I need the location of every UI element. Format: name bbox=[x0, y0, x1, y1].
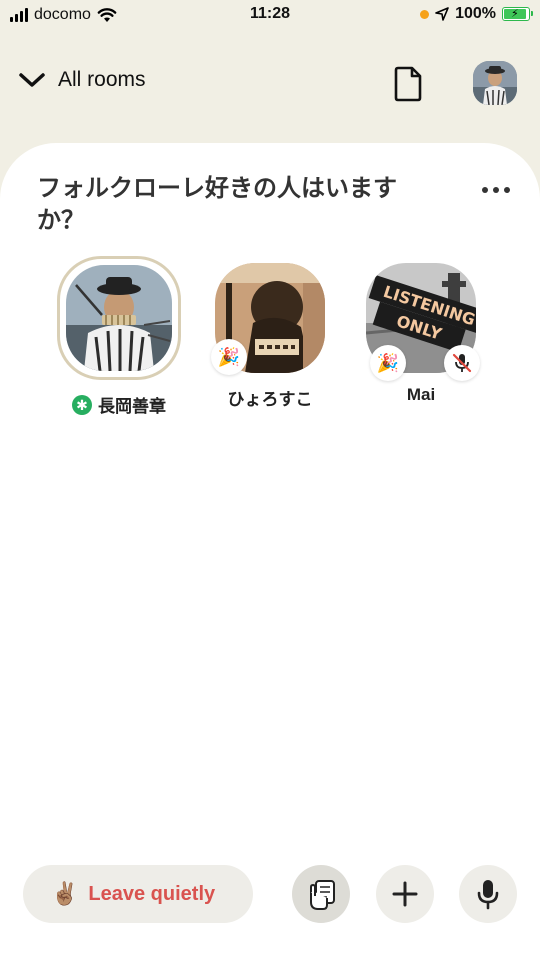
leave-quietly-label: Leave quietly bbox=[88, 882, 216, 905]
room-title: フォルクローレ好きの人はいますか？ bbox=[37, 175, 397, 234]
party-popper-icon: 🎉 bbox=[211, 339, 247, 375]
speaker-tile[interactable]: LISTENING ONLY 🎉 Mai bbox=[356, 263, 486, 405]
raise-hand-icon bbox=[310, 880, 335, 910]
speaker-name-row: ひょろすこ bbox=[228, 385, 313, 410]
all-rooms-button[interactable]: All rooms bbox=[18, 68, 146, 92]
speaker-name-row: Mai bbox=[407, 385, 435, 405]
chevron-down-icon bbox=[19, 73, 45, 87]
add-button[interactable] bbox=[376, 865, 434, 923]
plus-icon bbox=[392, 881, 418, 907]
speaker-avatar bbox=[66, 265, 172, 371]
speaker-tile[interactable]: 🎉 ひょろすこ bbox=[205, 263, 335, 410]
recording-dot-icon bbox=[420, 9, 430, 19]
speaker-tile[interactable]: ✱ 長岡善章 bbox=[54, 256, 184, 417]
microphone-icon bbox=[477, 880, 499, 910]
speaker-name-row: ✱ 長岡善章 bbox=[72, 392, 166, 417]
speaking-ring bbox=[57, 256, 181, 380]
all-rooms-label: All rooms bbox=[58, 68, 146, 91]
header: All rooms bbox=[0, 56, 540, 112]
battery-percent: 100% bbox=[455, 5, 496, 22]
party-popper-icon: 🎉 bbox=[370, 345, 406, 381]
status-right: 100% ⚡ bbox=[420, 5, 533, 23]
profile-avatar[interactable] bbox=[473, 61, 517, 105]
speaker-name: ひょろすこ bbox=[227, 390, 313, 409]
more-options-icon[interactable] bbox=[482, 183, 514, 197]
avatar-photo bbox=[473, 61, 517, 105]
document-icon[interactable] bbox=[392, 66, 424, 102]
peace-sign-icon: ✌🏽 bbox=[51, 881, 79, 906]
moderator-star-icon: ✱ bbox=[72, 394, 92, 415]
room-card: フォルクローレ好きの人はいますか？ ✱ 長岡善章 🎉 ひょろすこ LISTENI… bbox=[0, 143, 540, 960]
location-arrow-icon bbox=[435, 7, 449, 21]
raise-hand-button[interactable] bbox=[292, 865, 350, 923]
avatar-photo bbox=[66, 265, 172, 371]
muted-mic-icon bbox=[444, 345, 480, 381]
speaker-name: 長岡善章 bbox=[98, 397, 166, 416]
speaker-name: Mai bbox=[406, 385, 436, 404]
microphone-button[interactable] bbox=[459, 865, 517, 923]
status-bar: docomo 11:28 100% ⚡ bbox=[0, 0, 540, 30]
leave-quietly-button[interactable]: ✌🏽 Leave quietly bbox=[23, 865, 253, 923]
battery-icon: ⚡ bbox=[502, 7, 533, 21]
